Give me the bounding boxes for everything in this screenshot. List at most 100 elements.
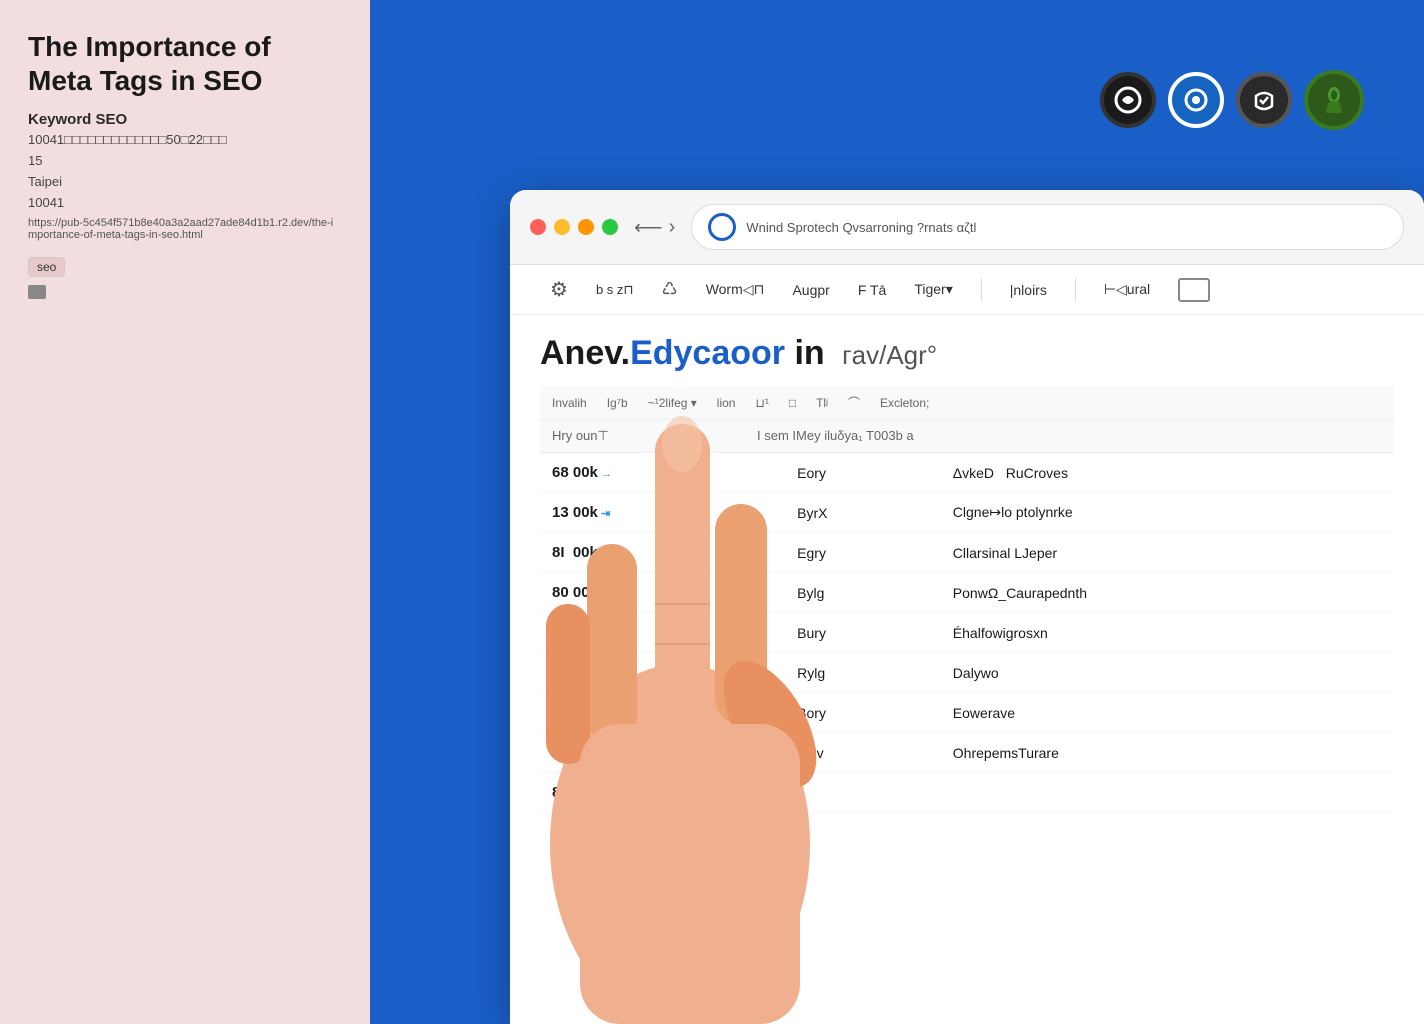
sidebar-meta-line1: 10041□□□□□□□□□□□□□50□22□□□ <box>28 130 342 151</box>
arrow-icon: → <box>598 708 612 720</box>
toolbar-item-nloirs[interactable]: |nloirs <box>1010 282 1047 298</box>
nav-arrows: ⟵ › <box>634 215 675 240</box>
content-area: Anev.Edycaoor in ᴦav/Agr° Invаlih Ig⁷b ~… <box>510 315 1424 1024</box>
cell-name: Bylg <box>785 573 941 613</box>
cell-num: 80 00k → <box>540 573 785 613</box>
sidebar-meta-line4: 10041 <box>28 193 342 214</box>
table-actions-bar: Invаlih Ig⁷b ~¹2lifeg ▾ lion ⊔¹ □ Tlʲ ⌒ … <box>540 386 1394 420</box>
table-row: 68 00k → Eory ΔvkeD RuCroves <box>540 453 1394 493</box>
toolbar-item-2[interactable]: b s z⊓ <box>596 282 634 298</box>
action-12lifeg[interactable]: ~¹2lifeg ▾ <box>648 396 697 410</box>
toolbar-item-f-ta[interactable]: F Tā <box>858 282 887 298</box>
action-lion[interactable]: lion <box>717 396 736 410</box>
sidebar-url: https://pub-5c454f571b8e40a3a2aad27ade84… <box>28 217 342 241</box>
table-row: 17 00k → Rylg Dalywo <box>540 653 1394 693</box>
address-text: Wnind Sprotech Qvsarroning ?rnats αζtl <box>746 220 976 235</box>
action-ig7b[interactable]: Ig⁷b <box>607 396 628 410</box>
action-icon2[interactable]: □ <box>789 396 796 410</box>
top-icon-1 <box>1100 72 1156 128</box>
address-bar[interactable]: Wnind Sprotech Qvsarroning ?rnats αζtl <box>691 204 1404 250</box>
page-title-area: Anev.Edycaoor in ᴦav/Agr° <box>540 335 1394 372</box>
main-area: ⟵ › Wnind Sprotech Qvsarroning ?rnats αζ… <box>370 0 1424 1024</box>
cell-num: 8I 00k → <box>540 533 785 573</box>
sidebar-subtitle: Keyword SEO <box>28 111 342 128</box>
action-curve-icon: ⌒ <box>848 394 860 411</box>
title-part1: Anev. <box>540 334 630 372</box>
sidebar: The Importance of Meta Tags in SEO Keywo… <box>0 0 370 1024</box>
title-subtitle: ᴦav/Agr° <box>842 340 937 370</box>
arrow-icon: → <box>598 668 612 680</box>
arrow-icon: ⇥ <box>598 508 610 520</box>
cell-desc: Dalywo <box>941 653 1394 693</box>
action-tlj[interactable]: Tlʲ <box>816 396 828 410</box>
table-row: 8F 00k → <box>540 773 1394 813</box>
table-row: 8I 00k → Egry Cllarsinal LJeper <box>540 533 1394 573</box>
traffic-light-orange[interactable] <box>578 219 594 235</box>
cell-name <box>785 773 941 813</box>
cell-desc: ΔvkeD RuCroves <box>941 453 1394 493</box>
cell-desc: PonwΩ_Caurapednth <box>941 573 1394 613</box>
cell-name: Nillv <box>785 733 941 773</box>
arrow-icon: → <box>598 628 612 640</box>
arrow-icon: → <box>599 788 613 800</box>
toolbar-divider <box>981 278 982 302</box>
traffic-light-yellow[interactable] <box>554 219 570 235</box>
cell-name: Bury <box>785 613 941 653</box>
toolbar-item-tiger[interactable]: Tiger▾ <box>914 281 952 298</box>
table-row: 13 00k ⇥ ByrX Clgne↦lo ptolynrke <box>540 493 1394 533</box>
traffic-light-green[interactable] <box>602 219 618 235</box>
toolbar-item-augpr[interactable]: Augpr <box>792 282 829 298</box>
cell-name: Bory <box>785 693 941 733</box>
subheader-col3: I sem IMey iluδya₁ T003b a <box>757 428 914 444</box>
action-invalih[interactable]: Invаlih <box>552 396 587 410</box>
arrow-icon: → <box>600 748 614 760</box>
sidebar-icon-box <box>28 285 46 299</box>
subheader-col1: Hry oun⊤ <box>552 428 609 444</box>
toolbar-divider-2 <box>1075 278 1076 302</box>
traffic-light-red[interactable] <box>530 219 546 235</box>
nav-back-icon[interactable]: ⟵ <box>634 215 663 240</box>
page-title: The Importance of Meta Tags in SEO <box>28 30 342 97</box>
content-title: Anev.Edycaoor in ᴦav/Agr° <box>540 335 1394 372</box>
top-icon-3 <box>1236 72 1292 128</box>
top-icon-2 <box>1168 72 1224 128</box>
toolbar-item-3[interactable]: ♺ <box>662 279 678 300</box>
cell-desc: Eowerave <box>941 693 1394 733</box>
cell-num: 68 00k → <box>540 453 785 493</box>
sidebar-meta-line3: Taipei <box>28 172 342 193</box>
cell-desc: OhrepemsTurare <box>941 733 1394 773</box>
cell-name: Rylg <box>785 653 941 693</box>
table-row: 32 00k → Bory Eowerave <box>540 693 1394 733</box>
arrow-icon: → <box>598 588 612 600</box>
toolbar-item-worm[interactable]: Worm◁⊓ <box>706 281 765 298</box>
cell-desc <box>941 773 1394 813</box>
action-excleton[interactable]: Excleton; <box>880 396 929 410</box>
cell-num: 17 00k → <box>540 653 785 693</box>
table-subheader: Hry oun⊤ Roro I sem IMey iluδya₁ T003b a <box>540 420 1394 453</box>
cell-name: ByrX <box>785 493 941 533</box>
toolbar-item-1[interactable]: ⚙ <box>550 277 568 302</box>
arrow-icon: → <box>598 468 612 480</box>
action-icon1[interactable]: ⊔¹ <box>755 396 768 410</box>
sidebar-tag: seo <box>28 257 65 277</box>
cell-desc: Éhalfowigrosxn <box>941 613 1394 653</box>
toolbar: ⚙ b s z⊓ ♺ Worm◁⊓ Augpr F Tā Tiger▾ |nlo… <box>510 265 1424 315</box>
sidebar-meta-line2: 15 <box>28 151 342 172</box>
cell-num: 32 00k → <box>540 693 785 733</box>
arrow-icon: → <box>598 548 612 560</box>
cell-num: S0 00k → <box>540 733 785 773</box>
traffic-lights <box>530 219 618 235</box>
data-table: 68 00k → Eory ΔvkeD RuCroves 13 00k ⇥ By… <box>540 453 1394 813</box>
cell-desc: Clgne↦lo ptolynrke <box>941 493 1394 533</box>
browser-icons-top <box>1100 70 1364 130</box>
cell-name: Eory <box>785 453 941 493</box>
subheader-col2: Roro <box>669 428 697 444</box>
toolbar-item-ural[interactable]: ⊢◁ural <box>1104 281 1150 298</box>
address-circle-icon <box>708 213 736 241</box>
title-part2: Edycaoor <box>630 334 785 372</box>
cell-num: 13 00k ⇥ <box>540 493 785 533</box>
nav-forward-icon[interactable]: › <box>669 216 676 239</box>
toolbar-box-icon <box>1178 278 1210 302</box>
browser-window: ⟵ › Wnind Sprotech Qvsarroning ?rnats αζ… <box>510 190 1424 1024</box>
cell-name: Egry <box>785 533 941 573</box>
